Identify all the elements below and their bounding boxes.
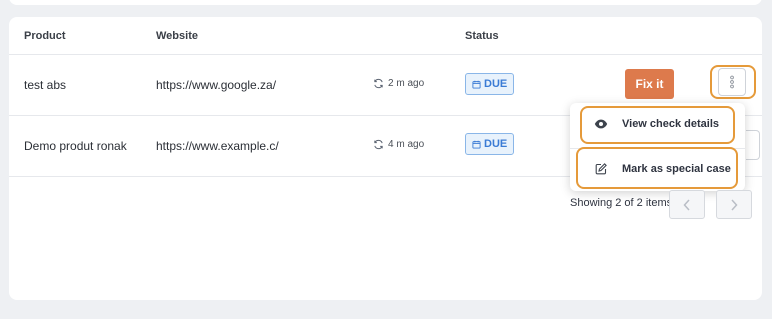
last-checked-text: 2 m ago bbox=[388, 78, 425, 89]
header-status: Status bbox=[465, 30, 499, 42]
fix-it-button[interactable]: Fix it bbox=[625, 69, 674, 99]
menu-highlight-mark bbox=[576, 147, 738, 189]
status-text: DUE bbox=[484, 78, 508, 90]
header-website: Website bbox=[156, 30, 198, 42]
refresh-icon bbox=[374, 78, 383, 89]
status-badge: DUE bbox=[465, 73, 515, 95]
refresh-icon bbox=[374, 139, 383, 150]
prev-page-button[interactable] bbox=[669, 190, 705, 219]
chevron-left-icon bbox=[683, 198, 690, 211]
calendar-icon bbox=[472, 140, 481, 149]
last-checked: 4 m ago bbox=[373, 139, 424, 150]
menu-highlight-view bbox=[580, 106, 735, 144]
pagination-summary: Showing 2 of 2 items bbox=[570, 197, 673, 209]
status-badge: DUE bbox=[465, 133, 515, 155]
table-header: Product Website Status bbox=[9, 17, 762, 55]
chevron-right-icon bbox=[731, 198, 738, 211]
last-checked: 2 m ago bbox=[373, 78, 424, 89]
website-link[interactable]: https://www.google.za/ bbox=[156, 78, 276, 92]
last-checked-text: 4 m ago bbox=[388, 139, 425, 150]
row-actions-button[interactable] bbox=[718, 68, 746, 96]
product-name: test abs bbox=[24, 78, 67, 92]
website-link[interactable]: https://www.example.c/ bbox=[156, 139, 279, 153]
calendar-icon bbox=[472, 80, 481, 89]
status-text: DUE bbox=[484, 138, 508, 150]
row-actions-button-partial[interactable] bbox=[746, 130, 760, 160]
next-page-button[interactable] bbox=[716, 190, 752, 219]
top-card bbox=[9, 0, 762, 5]
more-vertical-icon bbox=[730, 75, 734, 89]
product-name: Demo produt ronak bbox=[24, 139, 127, 153]
header-product: Product bbox=[24, 30, 66, 42]
